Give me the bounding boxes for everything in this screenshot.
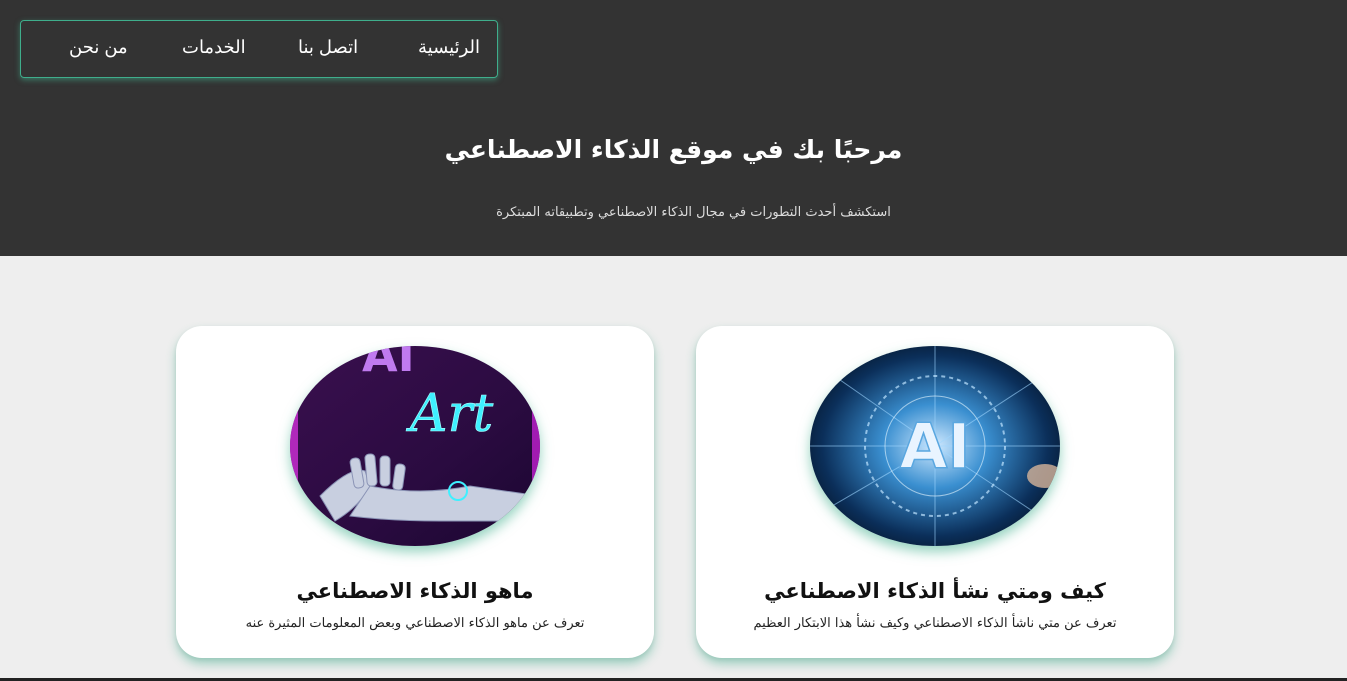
ai-circuit-image: AI bbox=[810, 346, 1060, 546]
main-nav: الرئيسية اتصل بنا الخدمات من نحن bbox=[20, 20, 498, 78]
nav-item-services[interactable]: الخدمات bbox=[182, 37, 246, 58]
ai-art-image: AI Art bbox=[290, 346, 540, 546]
site-header: الرئيسية اتصل بنا الخدمات من نحن مرحبًا … bbox=[0, 0, 1347, 256]
card-title: كيف ومتي نشأ الذكاء الاصطناعي bbox=[764, 579, 1106, 603]
card-description: تعرف عن متي ناشأ الذكاء الاصطناعي وكيف ن… bbox=[753, 616, 1117, 631]
card-description: تعرف عن ماهو الذكاء الاصطناعي وبعض المعل… bbox=[245, 616, 585, 631]
hero-subtitle: استكشف أحدث التطورات في مجال الذكاء الاص… bbox=[496, 205, 891, 220]
card-ai-history[interactable]: AI كيف ومتي نشأ الذكاء الاصطناعي تعرف عن… bbox=[696, 326, 1174, 658]
card-what-is-ai[interactable]: AI Art ماهو الذكاء الاصطناعي تعرف عن ماه… bbox=[176, 326, 654, 658]
ai-art-neon-text: Art bbox=[406, 384, 493, 444]
nav-item-contact[interactable]: اتصل بنا bbox=[298, 37, 358, 58]
ai-image-text: AI bbox=[899, 410, 970, 483]
card-title: ماهو الذكاء الاصطناعي bbox=[296, 579, 534, 603]
ai-art-top-text: AI bbox=[362, 346, 415, 382]
nav-item-about[interactable]: من نحن bbox=[69, 37, 128, 58]
nav-item-home[interactable]: الرئيسية bbox=[418, 37, 480, 58]
hero-title: مرحبًا بك في موقع الذكاء الاصطناعي bbox=[444, 135, 903, 164]
